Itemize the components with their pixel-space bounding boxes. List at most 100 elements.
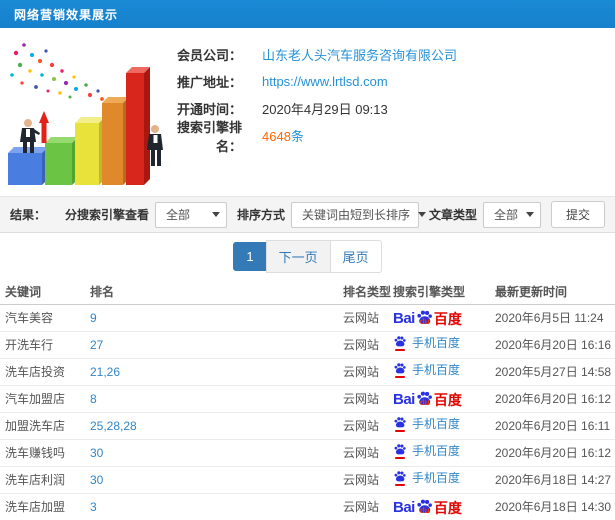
engine-type-cell: Bai du 百度 xyxy=(393,493,495,520)
col-rank: 排名 xyxy=(90,279,343,305)
keyword-cell: 洗车店投资 xyxy=(0,358,90,386)
rank-cell: 27 xyxy=(90,331,343,359)
rank-cell: 8 xyxy=(90,385,343,413)
col-keyword: 关键词 xyxy=(0,279,90,305)
mobile-baidu-underline xyxy=(395,376,405,378)
keyword-cell: 洗车店加盟 xyxy=(0,493,90,520)
table-header-row: 关键词 排名 排名类型 搜索引擎类型 最新更新时间 xyxy=(0,279,615,305)
results-table: 关键词 排名 排名类型 搜索引擎类型 最新更新时间 汽车美容 9 云网站 Bai d… xyxy=(0,279,615,520)
page-1-button[interactable]: 1 xyxy=(233,241,267,271)
rank-type-cell: 云网站 xyxy=(343,358,393,386)
baidu-logo-bai-text: Bai xyxy=(393,391,415,408)
open-time-value: 2020年4月29日 09:13 xyxy=(262,102,388,117)
baidu-paw-icon: du xyxy=(416,390,433,407)
chevron-down-icon xyxy=(526,212,534,217)
update-time-cell: 2020年5月27日 14:58 xyxy=(495,358,615,386)
rank-link[interactable]: 30 xyxy=(90,446,103,460)
mobile-baidu-label: 手机百度 xyxy=(412,363,461,377)
rank-link[interactable]: 30 xyxy=(90,473,103,487)
engine-type-cell: Bai du 百度 xyxy=(393,304,495,332)
mobile-baidu-label: 手机百度 xyxy=(412,336,461,350)
keyword-cell: 汽车美容 xyxy=(0,304,90,332)
sort-filter-select[interactable]: 关键词由短到长排序 xyxy=(290,201,426,228)
engine-type-cell: 手机百度 xyxy=(393,358,495,386)
sort-filter-value: 关键词由短到长排序 xyxy=(301,208,410,222)
rank-cell: 30 xyxy=(90,466,343,494)
baidu-logo: Bai du 百度 xyxy=(393,498,462,515)
rank-link[interactable]: 25,28,28 xyxy=(90,419,137,433)
type-filter-label: 文章类型 xyxy=(428,208,477,222)
rank-cell: 9 xyxy=(90,304,343,332)
open-time-label: 开通时间： xyxy=(176,102,242,117)
info-row-url: 推广地址： https://www.lrtlsd.com xyxy=(164,68,457,95)
rank-link[interactable]: 3 xyxy=(90,500,97,514)
submit-button[interactable]: 提交 xyxy=(550,201,605,228)
rank-link[interactable]: 21,26 xyxy=(90,365,120,379)
rank-link[interactable]: 8 xyxy=(90,392,97,406)
rank-type-cell: 云网站 xyxy=(343,331,393,359)
baidu-du-text: du xyxy=(419,317,430,326)
update-time-cell: 2020年6月5日 11:24 xyxy=(495,304,615,332)
baidu-paw-icon: du xyxy=(416,498,433,515)
keyword-cell: 开洗车行 xyxy=(0,331,90,359)
update-time-cell: 2020年6月18日 14:27 xyxy=(495,466,615,494)
top-header-bar: 网络营销效果展示 xyxy=(0,0,615,28)
table-row: 洗车店利润 30 云网站 手机百度 2020年6月18日 14:27 xyxy=(0,466,615,494)
mobile-baidu-logo: 手机百度 xyxy=(393,416,460,432)
engine-type-cell: 手机百度 xyxy=(393,439,495,467)
baidu-du-text: du xyxy=(419,506,430,515)
rank-type-cell: 云网站 xyxy=(343,385,393,413)
mobile-baidu-underline xyxy=(395,430,405,432)
chevron-down-icon xyxy=(417,212,426,217)
rank-cell: 21,26 xyxy=(90,358,343,386)
rank-link[interactable]: 9 xyxy=(90,311,97,325)
rank-link[interactable]: 27 xyxy=(90,338,103,352)
engine-filter-label: 分搜索引擎查看 xyxy=(64,208,149,222)
mobile-baidu-label: 手机百度 xyxy=(412,471,461,485)
company-label: 会员公司： xyxy=(176,48,242,63)
mobile-baidu-logo: 手机百度 xyxy=(393,470,460,486)
type-filter-select[interactable]: 全部 xyxy=(482,201,541,228)
engine-type-cell: 手机百度 xyxy=(393,331,495,359)
rank-count-number: 4648 xyxy=(262,129,291,144)
filter-bar: 结果： 分搜索引擎查看 全部 排序方式 关键词由短到长排序 文章类型 全部 提交 xyxy=(0,196,615,233)
mobile-baidu-label: 手机百度 xyxy=(412,444,461,458)
rank-cell: 30 xyxy=(90,439,343,467)
engine-type-cell: 手机百度 xyxy=(393,466,495,494)
promo-url-link[interactable]: https://www.lrtlsd.com xyxy=(262,74,388,89)
mobile-baidu-logo: 手机百度 xyxy=(393,362,460,378)
table-row: 洗车店加盟 3 云网站 Bai du 百度 2020年6月18日 14:30 xyxy=(0,493,615,520)
baidu-logo-bai-text: Bai xyxy=(393,310,415,327)
table-row: 洗车赚钱吗 30 云网站 手机百度 2020年6月20日 16:12 xyxy=(0,439,615,467)
last-page-button[interactable]: 尾页 xyxy=(329,239,382,273)
rank-type-cell: 云网站 xyxy=(343,412,393,440)
keyword-cell: 加盟洗车店 xyxy=(0,412,90,440)
mobile-baidu-label: 手机百度 xyxy=(412,417,461,431)
account-info-form: 会员公司： 山东老人头汽车服务咨询有限公司 推广地址： https://www.… xyxy=(164,28,457,196)
type-filter-value: 全部 xyxy=(493,208,518,222)
baidu-logo-cn-text: 百度 xyxy=(433,311,462,327)
next-page-button[interactable]: 下一页 xyxy=(265,239,331,273)
account-info-panel: 会员公司： 山东老人头汽车服务咨询有限公司 推广地址： https://www.… xyxy=(0,28,615,196)
results-section-label: 结果： xyxy=(10,208,47,222)
update-time-cell: 2020年6月18日 14:30 xyxy=(495,493,615,520)
rank-type-cell: 云网站 xyxy=(343,493,393,520)
baidu-logo-bai-text: Bai xyxy=(393,499,415,516)
table-row: 汽车加盟店 8 云网站 Bai du 百度 2020年6月20日 16:12 xyxy=(0,385,615,413)
rank-type-cell: 云网站 xyxy=(343,466,393,494)
engine-filter-select[interactable]: 全部 xyxy=(154,201,227,228)
baidu-logo: Bai du 百度 xyxy=(393,309,462,326)
pagination: 1 下一页 尾页 xyxy=(0,233,615,279)
mobile-baidu-logo: 手机百度 xyxy=(393,443,460,459)
mobile-baidu-paw-icon xyxy=(393,335,407,351)
rank-cell: 25,28,28 xyxy=(90,412,343,440)
chevron-down-icon xyxy=(211,212,220,217)
company-name-link[interactable]: 山东老人头汽车服务咨询有限公司 xyxy=(262,45,457,64)
keyword-cell: 洗车店利润 xyxy=(0,466,90,494)
baidu-logo-cn-text: 百度 xyxy=(433,500,462,516)
col-engine-type: 搜索引擎类型 xyxy=(393,279,495,305)
page-title: 网络营销效果展示 xyxy=(14,7,119,22)
baidu-du-text: du xyxy=(419,398,430,407)
update-time-cell: 2020年6月20日 16:16 xyxy=(495,331,615,359)
mobile-baidu-paw-icon xyxy=(393,416,407,432)
